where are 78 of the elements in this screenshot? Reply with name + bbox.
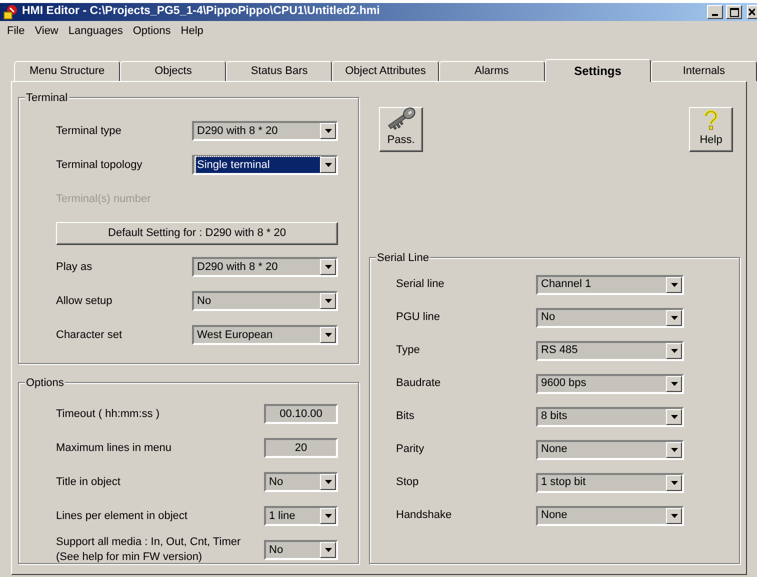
dropdown-arrow-icon xyxy=(324,333,332,337)
field-label: Serial line xyxy=(396,278,444,290)
dropdown-arrow-icon xyxy=(670,348,678,352)
dropdown[interactable]: 9600 bps xyxy=(536,374,684,394)
field-label: Terminal type xyxy=(56,124,122,137)
tab[interactable]: Menu Structure xyxy=(14,61,120,81)
field-label: Terminal topology xyxy=(56,158,142,171)
menu-item[interactable]: Options xyxy=(128,22,176,40)
dropdown[interactable]: Single terminal xyxy=(192,155,338,175)
field-note: (See help for min FW version) xyxy=(56,550,204,565)
field-label: Lines per element in object xyxy=(56,510,188,522)
field-label: Type xyxy=(396,344,420,356)
dropdown-arrow-icon xyxy=(670,448,678,452)
menu-item[interactable]: File xyxy=(2,22,30,40)
dropdown[interactable]: No xyxy=(264,540,338,560)
field-label: Stop xyxy=(396,476,419,488)
password-button[interactable]: Pass. xyxy=(379,107,423,152)
tab[interactable]: Status Bars xyxy=(226,61,332,81)
default-setting-button[interactable]: Default Setting for : D290 with 8 * 20 xyxy=(56,222,338,244)
help-button[interactable]: Help xyxy=(689,107,733,152)
group-title: Options xyxy=(25,375,65,392)
dropdown-arrow-icon xyxy=(670,382,678,386)
tab[interactable]: Object Attributes xyxy=(332,61,439,81)
dropdown-arrow-icon xyxy=(670,514,678,518)
maximize-button[interactable] xyxy=(726,5,742,19)
dropdown-arrow-icon xyxy=(324,299,332,303)
close-button[interactable] xyxy=(747,5,757,19)
minimize-button[interactable] xyxy=(707,5,723,19)
field-label: Play as xyxy=(56,260,92,273)
maximize-icon xyxy=(730,8,738,16)
field-label: Terminal(s) number xyxy=(56,192,151,207)
text-field[interactable]: 00.10.00 xyxy=(264,404,338,424)
tab[interactable]: Alarms xyxy=(438,61,545,81)
text-field[interactable]: 20 xyxy=(264,438,338,458)
dropdown[interactable]: None xyxy=(536,506,684,526)
dropdown[interactable]: No xyxy=(192,291,338,311)
field-label: Allow setup xyxy=(56,294,112,307)
dropdown[interactable]: 1 line xyxy=(264,506,338,526)
field-label: Baudrate xyxy=(396,377,441,390)
dropdown-arrow-icon xyxy=(324,480,332,484)
dropdown[interactable]: RS 485 xyxy=(536,340,684,360)
field-label: Parity xyxy=(396,443,424,456)
tab[interactable]: Settings xyxy=(544,59,651,82)
field-label: Title in object xyxy=(56,476,120,488)
field-label: Handshake xyxy=(396,509,452,522)
field-label: Maximum lines in menu xyxy=(56,442,172,454)
app-icon xyxy=(3,4,19,20)
dropdown[interactable]: None xyxy=(536,440,684,460)
window-title: HMI Editor - C:\Projects_PG5_1-4\PippoPippo\CPU1\Untitled2.hmi xyxy=(22,4,380,20)
dropdown-arrow-icon xyxy=(324,265,332,269)
dropdown[interactable]: D290 with 8 * 20 xyxy=(192,121,338,141)
field-label: Support all media : In, Out, Cnt, Timer xyxy=(56,535,242,550)
field-label: Bits xyxy=(396,410,414,422)
help-icon xyxy=(704,108,718,130)
dropdown[interactable]: No xyxy=(536,308,684,328)
dropdown[interactable]: Channel 1 xyxy=(536,274,684,294)
dropdown-arrow-icon xyxy=(324,548,332,552)
dropdown[interactable]: 1 stop bit xyxy=(536,472,684,492)
dropdown-arrow-icon xyxy=(670,282,678,286)
menu-item[interactable]: Languages xyxy=(63,22,128,40)
tab[interactable]: Internals xyxy=(650,61,757,81)
dropdown-arrow-icon xyxy=(324,163,332,167)
field-label: PGU line xyxy=(396,311,440,324)
dropdown-arrow-icon xyxy=(670,316,678,320)
menu-item[interactable]: Help xyxy=(176,22,208,40)
dropdown-arrow-icon xyxy=(670,414,678,418)
menu-item[interactable]: View xyxy=(30,22,64,40)
dropdown[interactable]: West European xyxy=(192,325,338,345)
dropdown-arrow-icon xyxy=(670,480,678,484)
dropdown[interactable]: 8 bits xyxy=(536,406,684,426)
dropdown-arrow-icon xyxy=(324,129,332,133)
dropdown[interactable]: D290 with 8 * 20 xyxy=(192,257,338,277)
dropdown-arrow-icon xyxy=(324,514,332,518)
field-label: Character set xyxy=(56,328,122,341)
dropdown[interactable]: No xyxy=(264,472,338,492)
close-icon xyxy=(748,8,755,16)
tab[interactable]: Objects xyxy=(120,61,226,81)
field-label: Timeout ( hh:mm:ss ) xyxy=(56,408,160,420)
